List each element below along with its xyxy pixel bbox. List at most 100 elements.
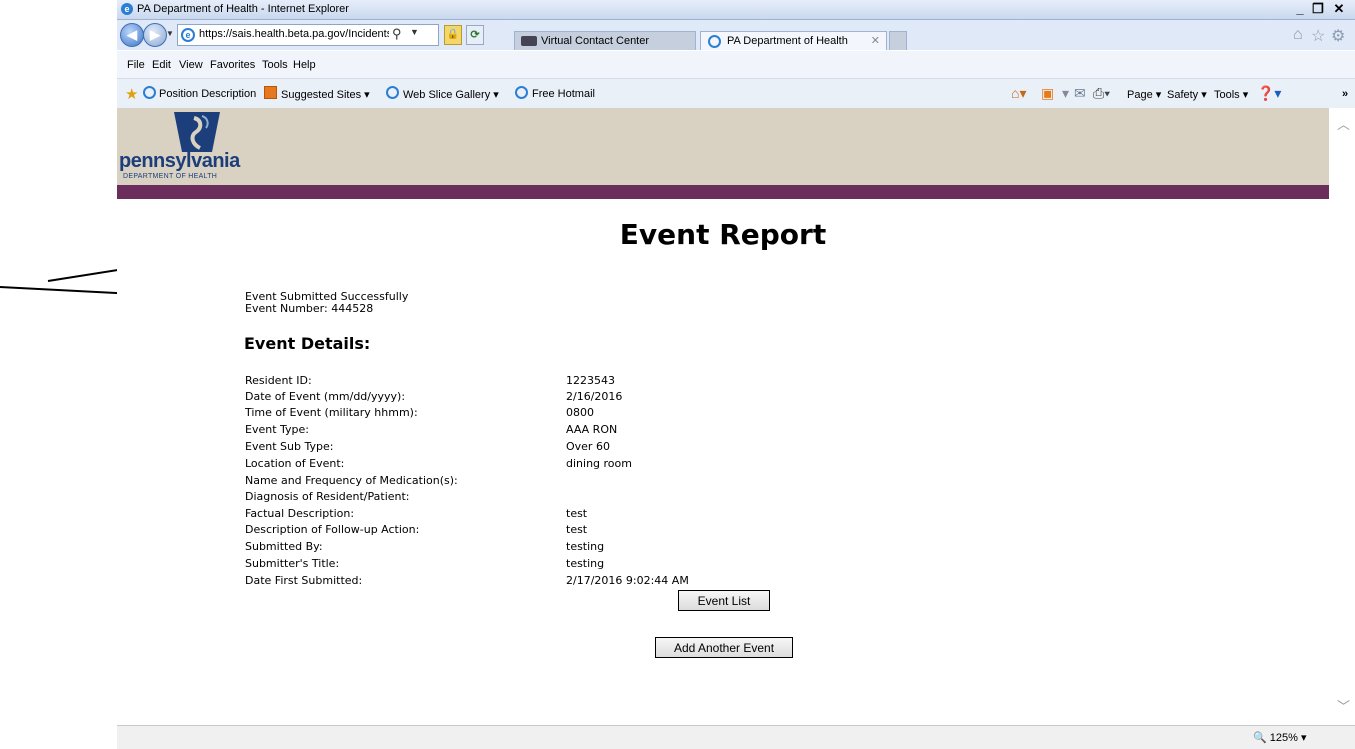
- detail-value: 2/17/2016 9:02:44 AM: [566, 574, 689, 587]
- safety-menu[interactable]: Safety ▾: [1167, 88, 1207, 101]
- ie-icon: [515, 86, 528, 99]
- detail-value: test: [566, 523, 588, 536]
- menu-view[interactable]: View: [179, 59, 203, 71]
- detail-row-submitted-by: Submitted By: testing: [245, 540, 845, 556]
- close-tab-icon[interactable]: ✕: [871, 32, 880, 51]
- logo-subtitle: DEPARTMENT OF HEALTH: [123, 173, 218, 180]
- fav-position-description[interactable]: Position Description: [159, 88, 256, 100]
- menu-edit[interactable]: Edit: [152, 59, 171, 71]
- detail-row-time-of-event: Time of Event (military hhmm): 0800: [245, 406, 845, 422]
- maximize-icon[interactable]: ❐: [1310, 1, 1326, 17]
- detail-label: Diagnosis of Resident/Patient:: [245, 490, 410, 503]
- detail-label: Event Type:: [245, 423, 309, 436]
- home-icon[interactable]: ⌂▾: [1011, 85, 1026, 102]
- zoom-dropdown-icon: ▾: [1300, 732, 1307, 744]
- zoom-control[interactable]: 🔍 125% ▾: [1253, 731, 1307, 744]
- detail-value: 2/16/2016: [566, 390, 623, 403]
- rss-icon[interactable]: ▣: [1041, 85, 1054, 102]
- menu-help[interactable]: Help: [293, 59, 316, 71]
- favorites-star-icon[interactable]: ☆: [1311, 26, 1325, 46]
- menu-tools[interactable]: Tools: [262, 59, 288, 71]
- fav-suggested-sites[interactable]: Suggested Sites ▾: [281, 88, 370, 101]
- scroll-down-icon[interactable]: ﹀: [1337, 696, 1350, 715]
- ie-icon: [143, 86, 156, 99]
- detail-value: dining room: [566, 457, 632, 470]
- gear-icon[interactable]: ⚙: [1331, 26, 1345, 46]
- detail-row-submitter-title: Submitter's Title: testing: [245, 557, 845, 573]
- detail-row-follow-up: Description of Follow-up Action: test: [245, 523, 845, 539]
- home-icon[interactable]: ⌂: [1293, 26, 1303, 44]
- ie-icon: [708, 35, 721, 48]
- title-bar: e PA Department of Health - Internet Exp…: [117, 0, 1355, 20]
- detail-label: Date First Submitted:: [245, 574, 363, 587]
- keystone-logo-icon: [174, 112, 220, 152]
- back-icon[interactable]: ◀: [120, 23, 144, 47]
- suggested-sites-icon: [264, 86, 277, 99]
- status-bar: 🔍 125% ▾: [117, 725, 1355, 749]
- event-list-button[interactable]: Event List: [678, 590, 770, 611]
- detail-label: Factual Description:: [245, 507, 355, 520]
- address-row: ◀ ▶ ▼ e https://sais.health.beta.pa.gov/…: [117, 20, 1355, 50]
- tab-favicon-icon: [521, 36, 537, 46]
- ie-icon: e: [121, 3, 133, 15]
- page-menu[interactable]: Page ▾: [1127, 88, 1161, 101]
- tools-menu[interactable]: Tools ▾: [1214, 88, 1248, 101]
- tab-virtual-contact-center[interactable]: Virtual Contact Center: [514, 31, 696, 50]
- address-bar[interactable]: e https://sais.health.beta.pa.gov/Incide…: [177, 24, 439, 46]
- site-header: pennsylvania DEPARTMENT OF HEALTH: [117, 108, 1329, 190]
- header-stripe: [117, 185, 1329, 199]
- ie-icon: [386, 86, 399, 99]
- print-icon[interactable]: ⎙▾: [1093, 85, 1110, 102]
- menu-favorites[interactable]: Favorites: [210, 59, 255, 71]
- detail-value: 1223543: [566, 374, 615, 387]
- forward-icon[interactable]: ▶: [143, 23, 167, 47]
- scroll-up-icon[interactable]: ︿: [1337, 114, 1350, 133]
- refresh-icon[interactable]: ⟳: [466, 25, 484, 45]
- detail-label: Name and Frequency of Medication(s):: [245, 474, 458, 487]
- favorites-star-icon[interactable]: ★: [125, 85, 138, 103]
- dropdown-icon[interactable]: ▾: [1062, 85, 1069, 102]
- address-dropdown-icon[interactable]: ▼: [410, 27, 419, 37]
- detail-value: test: [566, 507, 588, 520]
- new-tab-button[interactable]: [889, 31, 907, 50]
- add-another-event-button[interactable]: Add Another Event: [655, 637, 793, 658]
- minimize-icon[interactable]: _: [1292, 1, 1308, 17]
- detail-label: Description of Follow-up Action:: [245, 523, 420, 536]
- logo-wordmark: pennsylvania: [119, 150, 240, 172]
- browser-window: e PA Department of Health - Internet Exp…: [117, 0, 1355, 749]
- fav-web-slice-gallery[interactable]: Web Slice Gallery ▾: [403, 88, 499, 101]
- lock-icon[interactable]: 🔒: [444, 25, 462, 45]
- history-dropdown-icon[interactable]: ▼: [166, 29, 174, 38]
- mail-icon[interactable]: ✉: [1074, 85, 1086, 102]
- page-title: Event Report: [619, 218, 827, 251]
- url-text[interactable]: https://sais.health.beta.pa.gov/Incident…: [199, 28, 389, 40]
- detail-label: Date of Event (mm/dd/yyyy):: [245, 390, 406, 403]
- close-icon[interactable]: ✕: [1331, 1, 1347, 17]
- detail-value: testing: [566, 557, 605, 570]
- tab-pa-department-of-health[interactable]: PA Department of Health ✕: [700, 31, 887, 50]
- overflow-chevron-icon[interactable]: »: [1342, 88, 1348, 100]
- zoom-level: 125%: [1269, 732, 1298, 744]
- menu-file[interactable]: File: [127, 59, 145, 71]
- event-number: Event Number: 444528: [245, 302, 374, 315]
- fav-free-hotmail[interactable]: Free Hotmail: [532, 88, 595, 100]
- detail-row-date-first-submitted: Date First Submitted: 2/17/2016 9:02:44 …: [245, 574, 845, 590]
- help-icon[interactable]: ❓▾: [1257, 85, 1281, 102]
- detail-label: Event Sub Type:: [245, 440, 334, 453]
- site-icon: e: [181, 28, 195, 42]
- detail-row-medication: Name and Frequency of Medication(s):: [245, 474, 845, 490]
- detail-value: AAA RON: [566, 423, 618, 436]
- tab-label: PA Department of Health: [727, 35, 848, 47]
- tab-label: Virtual Contact Center: [541, 35, 650, 47]
- detail-row-date-of-event: Date of Event (mm/dd/yyyy): 2/16/2016: [245, 390, 845, 406]
- detail-label: Time of Event (military hhmm):: [245, 406, 418, 419]
- detail-row-event-sub-type: Event Sub Type: Over 60: [245, 440, 845, 456]
- search-icon[interactable]: ⚲: [392, 26, 402, 42]
- window-title: PA Department of Health - Internet Explo…: [137, 3, 349, 15]
- details-heading: Event Details:: [244, 334, 371, 353]
- detail-value: Over 60: [566, 440, 610, 453]
- detail-row-factual-description: Factual Description: test: [245, 507, 845, 523]
- detail-label: Resident ID:: [245, 374, 312, 387]
- detail-value: testing: [566, 540, 605, 553]
- menu-bar: File Edit View Favorites Tools Help: [117, 51, 1355, 79]
